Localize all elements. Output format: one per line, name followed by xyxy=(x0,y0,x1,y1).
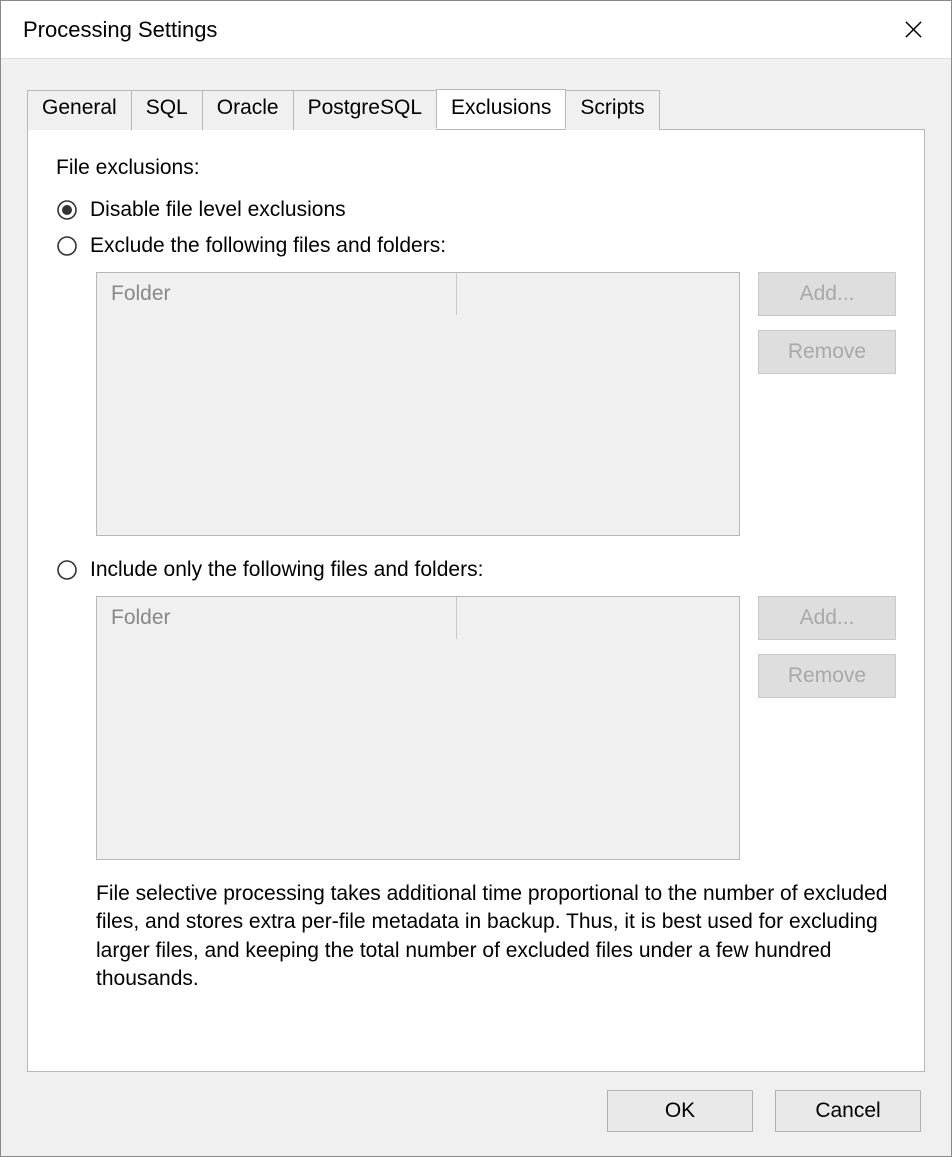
tab-exclusions[interactable]: Exclusions xyxy=(436,89,566,129)
tab-panel-exclusions: File exclusions: Disable file level excl… xyxy=(27,129,925,1072)
close-icon xyxy=(904,20,923,39)
dialog-footer: OK Cancel xyxy=(27,1072,925,1138)
include-remove-button[interactable]: Remove xyxy=(758,654,896,698)
include-list-header: Folder xyxy=(97,597,739,639)
exclude-remove-button[interactable]: Remove xyxy=(758,330,896,374)
tab-postgresql[interactable]: PostgreSQL xyxy=(293,90,437,130)
exclude-list-header: Folder xyxy=(97,273,739,315)
include-buttons: Add... Remove xyxy=(758,596,896,860)
tab-general[interactable]: General xyxy=(27,90,132,130)
dialog-window: Processing Settings General SQL Oracle P… xyxy=(0,0,952,1157)
radio-include-only[interactable]: Include only the following files and fol… xyxy=(56,558,896,582)
include-listbox[interactable]: Folder xyxy=(96,596,740,860)
include-add-button[interactable]: Add... xyxy=(758,596,896,640)
radio-exclude-files[interactable]: Exclude the following files and folders: xyxy=(56,234,896,258)
titlebar: Processing Settings xyxy=(1,1,951,59)
close-button[interactable] xyxy=(893,10,933,50)
radio-unselected-icon xyxy=(56,235,78,257)
file-exclusions-label: File exclusions: xyxy=(56,156,896,180)
tab-oracle[interactable]: Oracle xyxy=(202,90,294,130)
include-list-block: Folder Add... Remove xyxy=(96,596,896,860)
radio-disable-label: Disable file level exclusions xyxy=(90,198,346,222)
client-area: General SQL Oracle PostgreSQL Exclusions… xyxy=(1,59,951,1156)
window-title: Processing Settings xyxy=(23,17,893,43)
exclude-folder-column: Folder xyxy=(97,273,457,315)
exclusions-note: File selective processing takes addition… xyxy=(96,880,896,993)
tab-scripts[interactable]: Scripts xyxy=(565,90,659,130)
tab-strip: General SQL Oracle PostgreSQL Exclusions… xyxy=(27,89,925,129)
radio-exclude-label: Exclude the following files and folders: xyxy=(90,234,446,258)
exclude-buttons: Add... Remove xyxy=(758,272,896,536)
include-folder-column: Folder xyxy=(97,597,457,639)
radio-unselected-icon xyxy=(56,559,78,581)
radio-selected-icon xyxy=(56,199,78,221)
cancel-button[interactable]: Cancel xyxy=(775,1090,921,1132)
tab-sql[interactable]: SQL xyxy=(131,90,203,130)
radio-include-label: Include only the following files and fol… xyxy=(90,558,483,582)
exclude-list-block: Folder Add... Remove xyxy=(96,272,896,536)
exclude-listbox[interactable]: Folder xyxy=(96,272,740,536)
radio-disable-exclusions[interactable]: Disable file level exclusions xyxy=(56,198,896,222)
exclude-add-button[interactable]: Add... xyxy=(758,272,896,316)
ok-button[interactable]: OK xyxy=(607,1090,753,1132)
